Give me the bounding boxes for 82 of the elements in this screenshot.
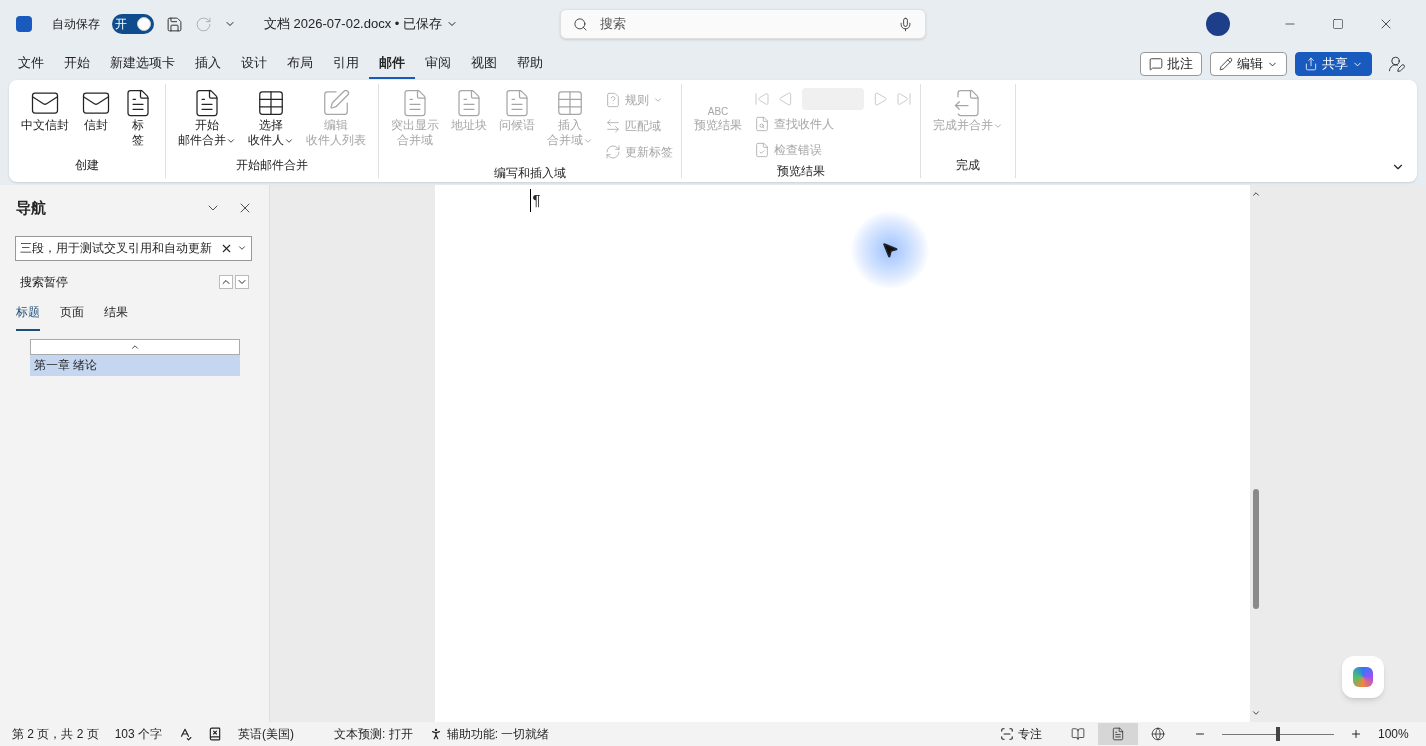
menu-tab[interactable]: 新建选项卡 [100, 49, 185, 79]
cursor-icon [880, 241, 899, 259]
menu-tab[interactable]: 文件 [8, 49, 54, 79]
next-result-icon[interactable] [235, 274, 249, 289]
ribbon-button[interactable]: 开始 邮件合并 [174, 84, 240, 154]
edit-button[interactable]: 编辑 [1210, 52, 1287, 76]
speech-bubble-icon [1149, 57, 1163, 71]
previous-result-icon[interactable] [219, 274, 233, 289]
menu-tab[interactable]: 视图 [461, 49, 507, 79]
menu-tab[interactable]: 引用 [323, 49, 369, 79]
document-title[interactable]: 文档 2026-07-02.docx • 已保存 [264, 14, 458, 34]
scroll-down-icon[interactable] [1250, 708, 1261, 718]
comment-button[interactable]: 批注 [1140, 52, 1202, 76]
table-icon [555, 88, 585, 118]
print-view-button[interactable] [1098, 723, 1138, 745]
ribbon-button[interactable]: 选择 收件人 [244, 84, 298, 154]
menu-tab[interactable]: 审阅 [415, 49, 461, 79]
proofing-icon[interactable] [178, 727, 193, 741]
group-label: 完成 [955, 157, 981, 174]
avatar[interactable] [1206, 12, 1230, 36]
pane-title: 导航 [16, 198, 47, 218]
ribbon-button[interactable]: 信封 [77, 84, 115, 154]
heading-item[interactable]: 第一章 绪论 [30, 354, 240, 376]
group-label: 编写和插入域 [493, 165, 567, 182]
status-text[interactable]: 第 2 页，共 2 页 [12, 725, 99, 743]
status-text[interactable]: 103 个字 [114, 725, 163, 743]
autosave-toggle[interactable]: 开 [112, 14, 154, 34]
maximize-icon [1332, 18, 1344, 30]
document-check-icon [754, 142, 770, 158]
menu-tab[interactable]: 设计 [231, 49, 277, 79]
status-text[interactable]: 英语(美国) [238, 725, 295, 743]
scrollbar-thumb[interactable] [1252, 489, 1259, 609]
ribbon-button[interactable]: 中文信封 [17, 84, 73, 154]
caret-icon [653, 95, 663, 105]
group-label: 开始邮件合并 [235, 157, 309, 174]
collapse-bar[interactable] [30, 338, 240, 355]
microphone-icon[interactable] [897, 16, 913, 32]
book-icon [1071, 727, 1085, 741]
focus-button[interactable]: 专注 [1000, 725, 1042, 743]
table-icon [256, 88, 286, 118]
ribbon-button[interactable]: 标 签 [119, 84, 157, 154]
search-icon [572, 16, 588, 32]
refresh-icon [605, 144, 621, 160]
share-icon [1304, 57, 1318, 71]
zoom-in-icon[interactable] [1350, 728, 1362, 740]
person-icon[interactable] [1388, 55, 1406, 73]
pane-tab[interactable]: 结果 [104, 302, 128, 331]
search-status: 搜索暂停 [20, 273, 69, 291]
share-button[interactable]: 共享 [1295, 52, 1372, 76]
pencil-icon [1219, 57, 1233, 71]
search-field[interactable]: 三段，用于测试交叉引用和自动更新 [15, 235, 252, 261]
copilot-icon [1353, 667, 1373, 687]
arrows-icon [605, 118, 621, 134]
pane-tab[interactable]: 标题 [16, 302, 40, 331]
group-label: 预览结果 [776, 163, 826, 180]
abc-icon: ABC [707, 88, 729, 118]
pen-icon [321, 88, 351, 118]
search-input[interactable]: 搜索 [599, 14, 886, 34]
menu-tab[interactable]: 开始 [54, 49, 100, 79]
page-icon [1111, 727, 1125, 741]
paragraph-mark: ¶ [529, 189, 541, 212]
autosave-label: 自动保存 [52, 16, 100, 33]
pane-tab[interactable]: 页面 [60, 302, 84, 331]
zoom-level[interactable]: 100% [1378, 725, 1414, 743]
menu-tab[interactable]: 布局 [277, 49, 323, 79]
scroll-up-icon[interactable] [1250, 189, 1261, 199]
zoom-slider-thumb[interactable] [1276, 726, 1280, 741]
globe-icon [1151, 727, 1165, 741]
caret-icon[interactable] [237, 243, 247, 253]
book-icon[interactable] [208, 727, 223, 741]
app-logo-icon [16, 16, 32, 32]
search-field[interactable]: 搜索 [559, 9, 926, 39]
save-icon[interactable] [166, 15, 183, 33]
group-label: 创建 [74, 157, 100, 174]
document-search-icon [754, 116, 770, 132]
menu-tab[interactable]: 插入 [185, 49, 231, 79]
document-question-icon [605, 92, 621, 108]
copilot-button[interactable] [1342, 656, 1384, 698]
focus-icon [1000, 727, 1014, 741]
accessibility-status[interactable]: 辅助功能: 一切就绪 [428, 725, 550, 743]
menu-tab[interactable]: 帮助 [507, 49, 553, 79]
status-text[interactable]: 文本预测: 打开 [334, 725, 413, 743]
